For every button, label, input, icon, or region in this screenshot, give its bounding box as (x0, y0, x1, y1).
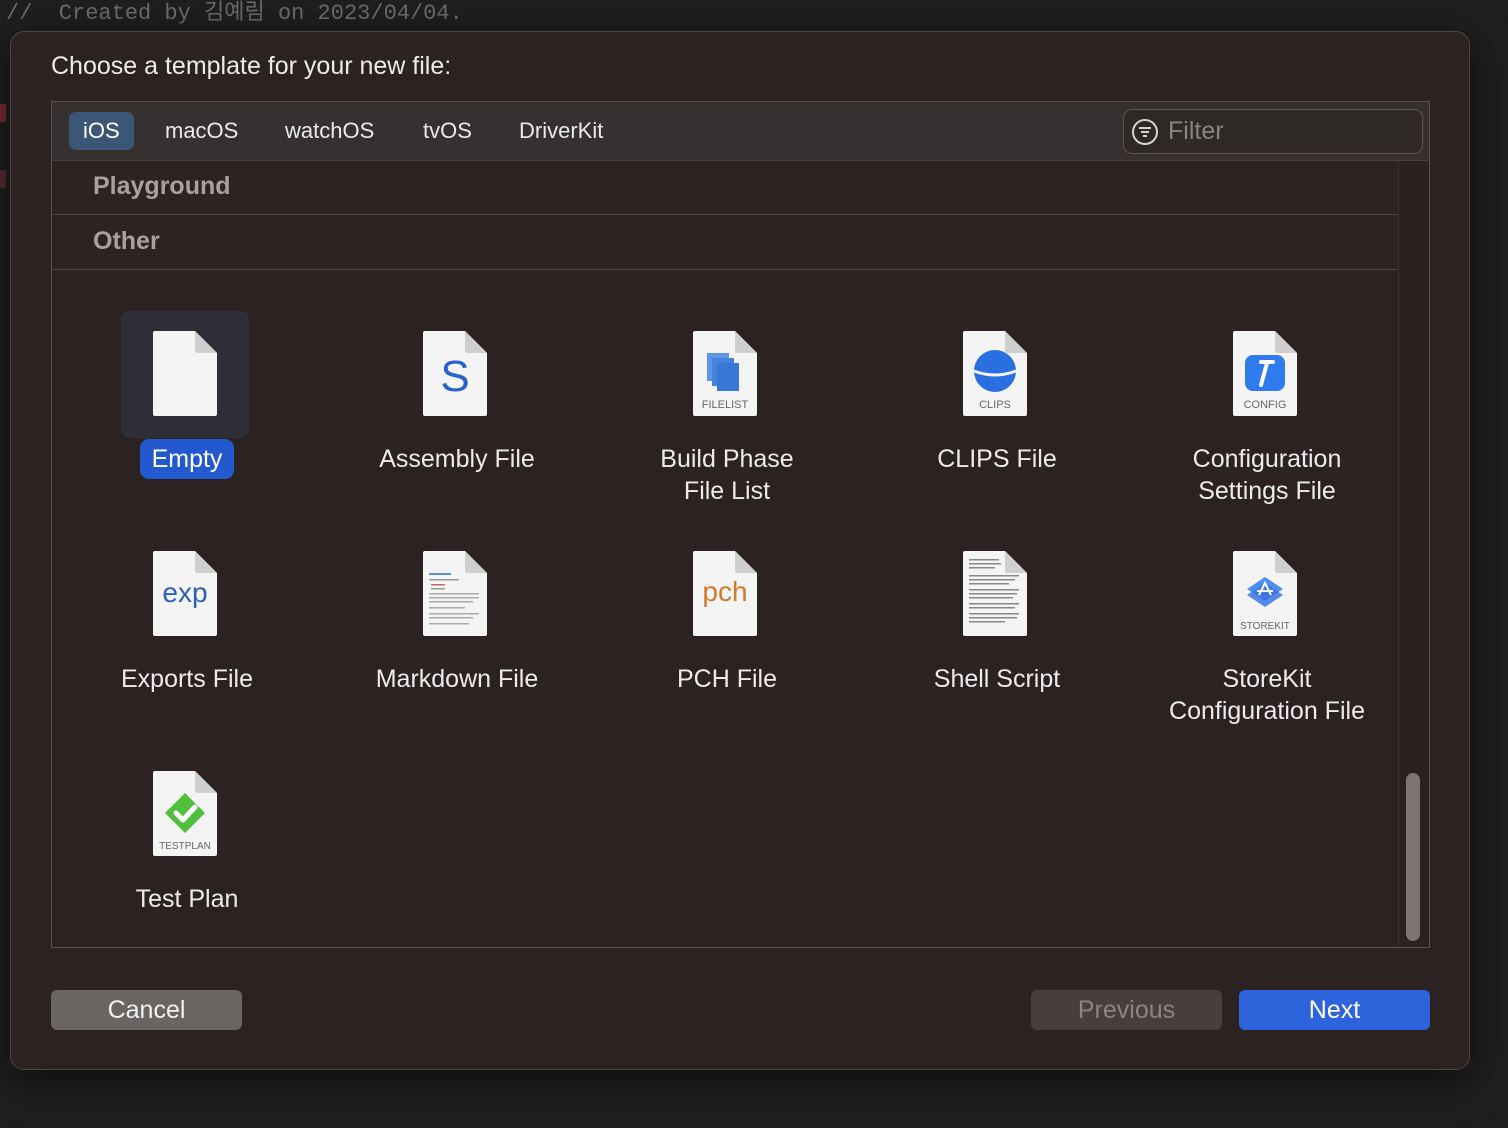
template-label: Configuration Settings File (1192, 445, 1342, 505)
filelist-icon: FILELIST (693, 331, 757, 416)
template-clips-file[interactable]: CLIPS CLIPS File (862, 311, 1132, 511)
template-label: Empty (52, 439, 322, 479)
testplan-badge: TESTPLAN (159, 841, 211, 852)
empty-document-icon (153, 331, 217, 416)
exp-icon: exp (153, 551, 217, 636)
tab-driverkit[interactable]: DriverKit (505, 112, 617, 150)
gutter-marker (0, 170, 6, 188)
template-label: CLIPS File (937, 445, 1057, 473)
storekit-badge: STOREKIT (1240, 621, 1290, 632)
previous-button[interactable]: Previous (1031, 990, 1222, 1030)
template-exports-file[interactable]: exp Exports File (52, 531, 322, 731)
template-markdown-file[interactable]: Markdown File (322, 531, 592, 731)
pch-badge: pch (702, 576, 747, 607)
template-label: Shell Script (933, 665, 1061, 693)
shell-script-document-icon (963, 551, 1027, 636)
tab-tvos[interactable]: tvOS (409, 112, 486, 150)
filelist-badge: FILELIST (702, 399, 749, 411)
gutter-marker (0, 104, 6, 122)
markdown-document-icon (423, 551, 487, 636)
template-label: Build Phase File List (660, 445, 794, 505)
platform-tab-bar: iOS macOS watchOS tvOS DriverKit (52, 102, 1429, 161)
assembly-s-icon: S (423, 331, 487, 416)
testplan-checkmark-icon: TESTPLAN (153, 771, 217, 856)
template-assembly-file[interactable]: S Assembly File (322, 311, 592, 511)
template-chooser-panel: iOS macOS watchOS tvOS DriverKit Playgro… (51, 101, 1430, 948)
section-header-other: Other (52, 214, 1398, 270)
tab-ios[interactable]: iOS (69, 112, 134, 150)
pch-icon: pch (693, 551, 757, 636)
template-configuration-settings-file[interactable]: CONFIG Configuration Settings File (1132, 311, 1402, 511)
filter-input[interactable] (1168, 110, 1408, 153)
template-shell-script[interactable]: Shell Script (862, 531, 1132, 731)
exp-badge: exp (162, 577, 207, 608)
cancel-button[interactable]: Cancel (51, 990, 242, 1030)
tab-watchos[interactable]: watchOS (271, 112, 388, 150)
new-file-template-sheet: Choose a template for your new file: iOS… (10, 31, 1470, 1070)
template-build-phase-file-list[interactable]: FILELIST Build Phase File List (592, 311, 862, 511)
config-hammer-icon: CONFIG (1233, 331, 1297, 416)
template-pch-file[interactable]: pch PCH File (592, 531, 862, 731)
scrollbar-thumb[interactable] (1406, 773, 1420, 941)
sheet-title: Choose a template for your new file: (51, 52, 452, 80)
section-header-playground: Playground (52, 162, 1398, 215)
section-label: Playground (93, 172, 231, 200)
clips-badge: CLIPS (979, 399, 1011, 411)
tab-macos[interactable]: macOS (151, 112, 252, 150)
filter-field[interactable] (1123, 109, 1423, 154)
template-label: Assembly File (379, 445, 535, 473)
assembly-badge: S (440, 352, 469, 401)
template-empty[interactable]: Empty (52, 311, 322, 511)
section-label: Other (93, 227, 160, 255)
config-badge: CONFIG (1244, 399, 1287, 411)
template-label: Markdown File (375, 665, 539, 693)
template-label: Exports File (121, 665, 253, 693)
template-label: PCH File (676, 665, 777, 693)
template-test-plan[interactable]: TESTPLAN Test Plan (52, 751, 322, 947)
storekit-icon: STOREKIT (1233, 551, 1297, 636)
code-comment-line: // Created by 김예림 on 2023/04/04. (6, 1, 463, 26)
filter-icon (1132, 119, 1158, 145)
next-button[interactable]: Next (1239, 990, 1430, 1030)
clips-globe-icon: CLIPS (963, 331, 1027, 416)
template-label: StoreKit Configuration File (1169, 665, 1365, 725)
template-label: Test Plan (135, 885, 239, 913)
template-storekit-configuration-file[interactable]: STOREKIT StoreKit Configuration File (1132, 531, 1402, 731)
